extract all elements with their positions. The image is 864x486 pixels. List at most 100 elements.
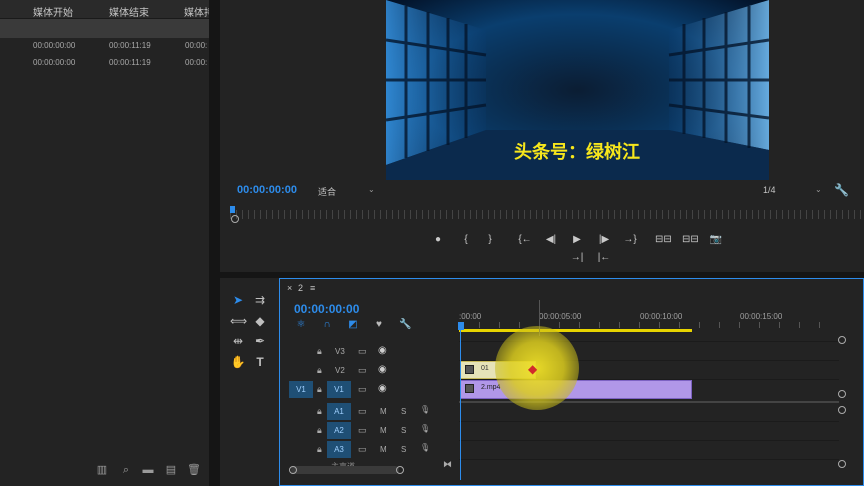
solo-button[interactable]: S [401, 407, 406, 416]
lock-icon[interactable]: 🔒︎ [317, 365, 322, 376]
track-header-a2[interactable]: 🔒︎ A2 ▭ M S 🎙︎ [280, 422, 460, 441]
sequence-tab[interactable]: 2 [298, 283, 303, 293]
add-marker-icon[interactable]: ♥ [373, 319, 385, 330]
lock-icon[interactable]: 🔒︎ [317, 406, 322, 417]
horizontal-zoom-handle[interactable] [289, 466, 297, 474]
sync-lock-icon[interactable]: ▭ [358, 425, 367, 436]
track-header-v3[interactable]: 🔒︎ V3 ▭ ◉ [280, 343, 460, 362]
step-forward-icon[interactable]: |▶ [597, 234, 611, 245]
sync-lock-icon[interactable]: ▭ [358, 346, 367, 357]
sync-lock-icon[interactable]: ▭ [358, 365, 367, 376]
horizontal-zoom-handle[interactable] [396, 466, 404, 474]
vertical-zoom-handle[interactable] [838, 390, 846, 398]
horizontal-scrollbar[interactable] [291, 466, 399, 474]
video-caption: 头条号：绿树江 [514, 141, 640, 163]
razor-tool-icon[interactable]: ◆ [252, 313, 268, 329]
track-target-a3[interactable]: A3 [327, 441, 351, 458]
solo-button[interactable]: S [401, 426, 406, 435]
automate-sequence-icon[interactable]: ▥ [96, 464, 108, 476]
add-marker-icon[interactable]: ● [431, 234, 445, 245]
microphone-icon[interactable]: 🎙︎ [420, 443, 430, 452]
extract-icon[interactable]: ⊟⊟ [682, 234, 699, 245]
mute-button[interactable]: M [380, 445, 387, 454]
hand-tool-icon[interactable]: ✋ [230, 354, 246, 370]
fit-dropdown[interactable]: 适合 [318, 185, 336, 198]
project-row[interactable] [0, 53, 209, 72]
settings-wrench-icon[interactable]: 🔧 [399, 319, 411, 330]
vertical-zoom-handle[interactable] [838, 460, 846, 468]
trash-icon[interactable]: 🗑 [187, 464, 201, 476]
program-playhead[interactable] [230, 206, 235, 213]
settings-wrench-icon[interactable]: 🔧 [834, 183, 849, 197]
ripple-edit-tool-icon[interactable]: ⟺ [230, 313, 247, 329]
lift-icon[interactable]: ⊟⊟ [655, 234, 672, 245]
track-header-a3[interactable]: 🔒︎ A3 ▭ M S 🎙︎ [280, 441, 460, 460]
track-separator [459, 440, 839, 441]
track-header-v2[interactable]: 🔒︎ V2 ▭ ◉ [280, 362, 460, 381]
lock-icon[interactable]: 🔒︎ [317, 346, 322, 357]
mute-button[interactable]: M [380, 407, 387, 416]
sync-lock-icon[interactable]: ▭ [358, 406, 367, 417]
vertical-zoom-handle[interactable] [838, 406, 846, 414]
track-target-a2[interactable]: A2 [327, 422, 351, 439]
go-to-out-icon[interactable]: →} [623, 234, 637, 245]
chevron-down-icon[interactable]: ⌄ [368, 185, 375, 194]
microphone-icon[interactable]: 🎙︎ [420, 424, 430, 433]
step-back-icon[interactable]: ◀| [544, 234, 558, 245]
new-bin-icon[interactable]: ▬ [142, 464, 154, 476]
media-dur-value: 00:00: [185, 41, 208, 50]
lock-icon[interactable]: 🔒︎ [317, 384, 322, 395]
program-timecode[interactable]: 00:00:00:00 [237, 184, 297, 196]
find-icon[interactable]: ⌕ [120, 464, 132, 476]
close-tab-icon[interactable]: × [287, 283, 292, 293]
mute-button[interactable]: M [380, 426, 387, 435]
chevron-down-icon[interactable]: ⌄ [815, 185, 822, 194]
track-select-tool-icon[interactable]: ⇉ [252, 292, 268, 308]
solo-button[interactable]: S [401, 445, 406, 454]
linked-selection-icon[interactable]: ◩ [347, 319, 359, 330]
media-end-value: 00:00:11:19 [109, 58, 151, 67]
eye-icon[interactable]: ◉ [378, 364, 387, 375]
program-time-ruler[interactable] [230, 210, 864, 219]
track-header-v1[interactable]: V1 🔒︎ V1 ▭ ◉ [280, 381, 460, 400]
track-header-a1[interactable]: 🔒︎ A1 ▭ M S 🎙︎ [280, 403, 460, 422]
overwrite-icon[interactable]: |← [597, 252, 611, 263]
mark-in-icon[interactable]: { [459, 234, 473, 245]
go-to-in-icon[interactable]: {← [518, 234, 532, 245]
source-patch-v1[interactable]: V1 [289, 381, 313, 398]
nest-icon[interactable]: ⚛ [295, 319, 307, 330]
track-target-a1[interactable]: A1 [327, 403, 351, 420]
track-target-v1[interactable]: V1 [327, 381, 351, 398]
eye-icon[interactable]: ◉ [378, 345, 387, 356]
sync-lock-icon[interactable]: ▭ [358, 444, 367, 455]
slip-tool-icon[interactable]: ⇹ [230, 333, 246, 349]
new-item-icon[interactable]: ▤ [165, 464, 177, 476]
tab-menu-icon[interactable]: ≡ [310, 283, 315, 293]
column-media-end[interactable]: 媒体结束 [109, 4, 149, 19]
type-tool-icon[interactable]: T [252, 354, 268, 370]
export-frame-icon[interactable]: 📷 [709, 234, 723, 245]
play-icon[interactable]: ▶ [570, 234, 584, 245]
insert-icon[interactable]: →| [570, 252, 584, 263]
eye-icon[interactable]: ◉ [378, 383, 387, 394]
mark-out-icon[interactable]: } [483, 234, 497, 245]
microphone-icon[interactable]: 🎙︎ [420, 405, 430, 414]
panel-divider[interactable] [209, 0, 220, 486]
ruler-label: 00:00:05:00 [539, 312, 582, 321]
resolution-dropdown[interactable]: 1/4 [763, 185, 776, 195]
collapse-icon[interactable]: ⧓ [443, 459, 452, 470]
snap-magnet-icon[interactable]: ∩ [321, 319, 333, 330]
lock-icon[interactable]: 🔒︎ [317, 425, 322, 436]
timeline-timecode[interactable]: 00:00:00:00 [294, 302, 359, 316]
vertical-zoom-handle[interactable] [838, 336, 846, 344]
pen-tool-icon[interactable]: ✒ [252, 333, 268, 349]
selection-tool-icon[interactable]: ➤ [230, 292, 246, 308]
project-row-selected[interactable] [0, 19, 209, 38]
media-end-value: 00:00:11:19 [109, 41, 151, 50]
column-media-start[interactable]: 媒体开始 [33, 4, 73, 19]
sync-lock-icon[interactable]: ▭ [358, 384, 367, 395]
work-area-bar[interactable] [459, 329, 692, 332]
zoom-scroll-handle[interactable] [231, 215, 239, 223]
timeline-playhead[interactable] [458, 322, 464, 330]
lock-icon[interactable]: 🔒︎ [317, 444, 322, 455]
